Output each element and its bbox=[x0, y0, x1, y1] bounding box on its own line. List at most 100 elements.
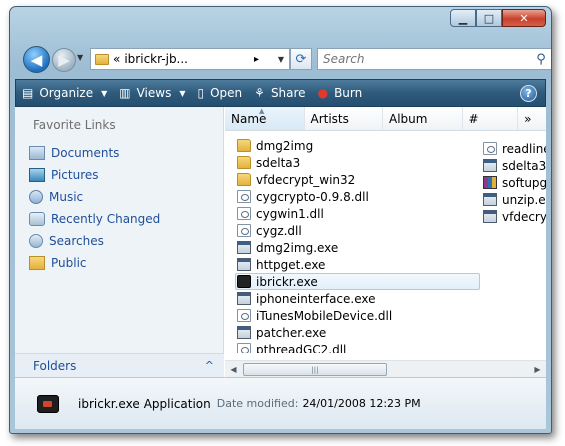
views-button[interactable]: ▥ Views ▼ bbox=[113, 80, 191, 106]
list-item[interactable]: cygcrypto-0.9.8.dll bbox=[237, 188, 480, 205]
list-item[interactable]: readline5. bbox=[483, 140, 546, 157]
path-text[interactable]: ibrickr-jb... bbox=[120, 52, 254, 66]
list-item[interactable]: iphoneinterface.exe bbox=[237, 290, 480, 307]
list-item[interactable]: dmg2img bbox=[237, 137, 480, 154]
documents-icon bbox=[29, 146, 45, 160]
nav-item-recently-changed[interactable]: Recently Changed bbox=[15, 208, 223, 230]
list-item[interactable]: pthreadGC2.dll bbox=[237, 341, 480, 353]
list-item[interactable]: dmg2img.exe bbox=[237, 239, 480, 256]
nav-item-label: Pictures bbox=[51, 168, 99, 182]
column-header-artists[interactable]: Artists bbox=[305, 107, 383, 130]
close-button[interactable]: ✕ bbox=[502, 9, 546, 27]
list-item[interactable]: sdelta3 bbox=[237, 154, 480, 171]
list-item[interactable]: vfdecrypt. bbox=[483, 208, 546, 225]
chevron-up-icon: ^ bbox=[204, 359, 214, 372]
search-input[interactable] bbox=[318, 52, 530, 66]
main-area: Favorite Links Documents Pictures Music … bbox=[15, 107, 546, 377]
nav-item-documents[interactable]: Documents bbox=[15, 142, 223, 164]
list-item[interactable]: sdelta3.ex bbox=[483, 157, 546, 174]
search-icon[interactable]: ⚲ bbox=[530, 52, 551, 67]
file-column-2: readline5. sdelta3.ex softupgra unzip.ex… bbox=[483, 140, 546, 225]
list-item[interactable]: softupgra bbox=[483, 174, 546, 191]
share-icon: ⚘ bbox=[254, 86, 265, 100]
dll-file-icon bbox=[237, 309, 251, 322]
recently-changed-icon bbox=[29, 212, 45, 226]
archive-file-icon bbox=[483, 176, 497, 189]
address-row: ◀ ▶ ▼ « ibrickr-jb... ▸ ▼ ⟳ ⚲ bbox=[20, 45, 551, 73]
file-name: dmg2img bbox=[256, 138, 314, 153]
file-name: sdelta3.ex bbox=[502, 158, 546, 173]
organize-label: Organize bbox=[39, 86, 94, 100]
exe-file-icon bbox=[483, 193, 497, 206]
file-name: pthreadGC2.dll bbox=[256, 342, 347, 354]
burn-button[interactable]: ● Burn bbox=[312, 80, 369, 106]
exe-file-icon bbox=[237, 258, 251, 271]
list-item[interactable]: cygwin1.dll bbox=[237, 205, 480, 222]
file-name: sdelta3 bbox=[256, 155, 301, 170]
folders-label: Folders bbox=[33, 358, 77, 373]
folders-toggle[interactable]: Folders ^ bbox=[15, 353, 224, 377]
column-header-name[interactable]: ▲ Name bbox=[225, 107, 305, 130]
ibrickr-app-icon bbox=[37, 394, 59, 413]
exe-file-icon bbox=[237, 326, 251, 339]
list-item-selected[interactable]: ibrickr.exe bbox=[235, 273, 480, 290]
details-modified-value: 24/01/2008 12:23 PM bbox=[302, 397, 421, 410]
folder-icon bbox=[237, 139, 251, 152]
folder-icon bbox=[237, 156, 251, 169]
file-name: cygwin1.dll bbox=[256, 206, 324, 221]
forward-button[interactable]: ▶ bbox=[52, 48, 76, 72]
music-icon bbox=[29, 190, 43, 204]
scroll-right-icon[interactable]: ▶ bbox=[529, 365, 546, 374]
refresh-button[interactable]: ⟳ bbox=[290, 48, 312, 70]
nav-item-searches[interactable]: Searches bbox=[15, 230, 223, 252]
list-item[interactable]: unzip.exe bbox=[483, 191, 546, 208]
more-columns-button[interactable]: » bbox=[518, 107, 546, 130]
column-label: » bbox=[524, 111, 532, 126]
nav-item-label: Searches bbox=[49, 234, 104, 248]
chevron-down-icon: ▼ bbox=[179, 88, 186, 98]
minimize-button[interactable]: ▁ bbox=[450, 9, 476, 27]
list-item[interactable]: vfdecrypt_win32 bbox=[237, 171, 480, 188]
file-name: patcher.exe bbox=[256, 325, 327, 340]
maximize-button[interactable]: □ bbox=[476, 9, 502, 27]
command-bar: ▤ Organize ▼ ▥ Views ▼ ▯ Open ⚘ Share ● … bbox=[15, 79, 546, 107]
list-item[interactable]: httpget.exe bbox=[237, 256, 480, 273]
details-pane: ibrickr.exe Application Date modified: 2… bbox=[15, 377, 546, 429]
favorite-links-header: Favorite Links bbox=[33, 118, 116, 132]
file-name: unzip.exe bbox=[502, 192, 546, 207]
address-dropdown-icon[interactable]: ▼ bbox=[273, 55, 289, 64]
chevron-down-icon: ▼ bbox=[101, 88, 108, 98]
list-item[interactable]: cygz.dll bbox=[237, 222, 480, 239]
column-label: Artists bbox=[310, 111, 349, 126]
file-name: softupgra bbox=[502, 175, 546, 190]
help-button[interactable]: ? bbox=[520, 84, 537, 102]
searches-icon bbox=[29, 234, 43, 248]
address-bar[interactable]: « ibrickr-jb... ▸ ▼ bbox=[90, 48, 290, 70]
open-label: Open bbox=[210, 86, 243, 100]
file-name: iphoneinterface.exe bbox=[256, 291, 376, 306]
share-button[interactable]: ⚘ Share bbox=[248, 80, 311, 106]
organize-button[interactable]: ▤ Organize ▼ bbox=[16, 80, 113, 106]
open-button[interactable]: ▯ Open bbox=[192, 80, 249, 106]
back-button[interactable]: ◀ bbox=[23, 46, 50, 73]
file-name: vfdecrypt. bbox=[502, 209, 546, 224]
details-file-name: ibrickr.exe bbox=[78, 396, 140, 411]
search-box[interactable]: ⚲ bbox=[317, 48, 551, 70]
column-header-album[interactable]: Album bbox=[383, 107, 463, 130]
scrollbar-thumb[interactable]: ||| bbox=[243, 363, 387, 376]
file-list-pane: ▲ Name Artists Album # » dmg2img sdelta3… bbox=[225, 107, 546, 377]
dll-file-icon bbox=[237, 190, 251, 203]
nav-item-label: Recently Changed bbox=[51, 212, 161, 226]
list-item[interactable]: patcher.exe bbox=[237, 324, 480, 341]
nav-item-pictures[interactable]: Pictures bbox=[15, 164, 223, 186]
nav-item-public[interactable]: Public bbox=[15, 252, 223, 274]
list-item[interactable]: iTunesMobileDevice.dll bbox=[237, 307, 480, 324]
scroll-left-icon[interactable]: ◀ bbox=[225, 365, 242, 374]
views-icon: ▥ bbox=[119, 86, 131, 100]
column-header-number[interactable]: # bbox=[463, 107, 519, 130]
details-modified-label: Date modified: bbox=[216, 397, 299, 410]
path-arrow[interactable]: ▸ bbox=[254, 54, 259, 65]
recent-pages-dropdown[interactable]: ▼ bbox=[77, 53, 87, 65]
nav-item-music[interactable]: Music bbox=[15, 186, 223, 208]
horizontal-scrollbar[interactable]: ◀ ||| ▶ bbox=[225, 360, 546, 377]
